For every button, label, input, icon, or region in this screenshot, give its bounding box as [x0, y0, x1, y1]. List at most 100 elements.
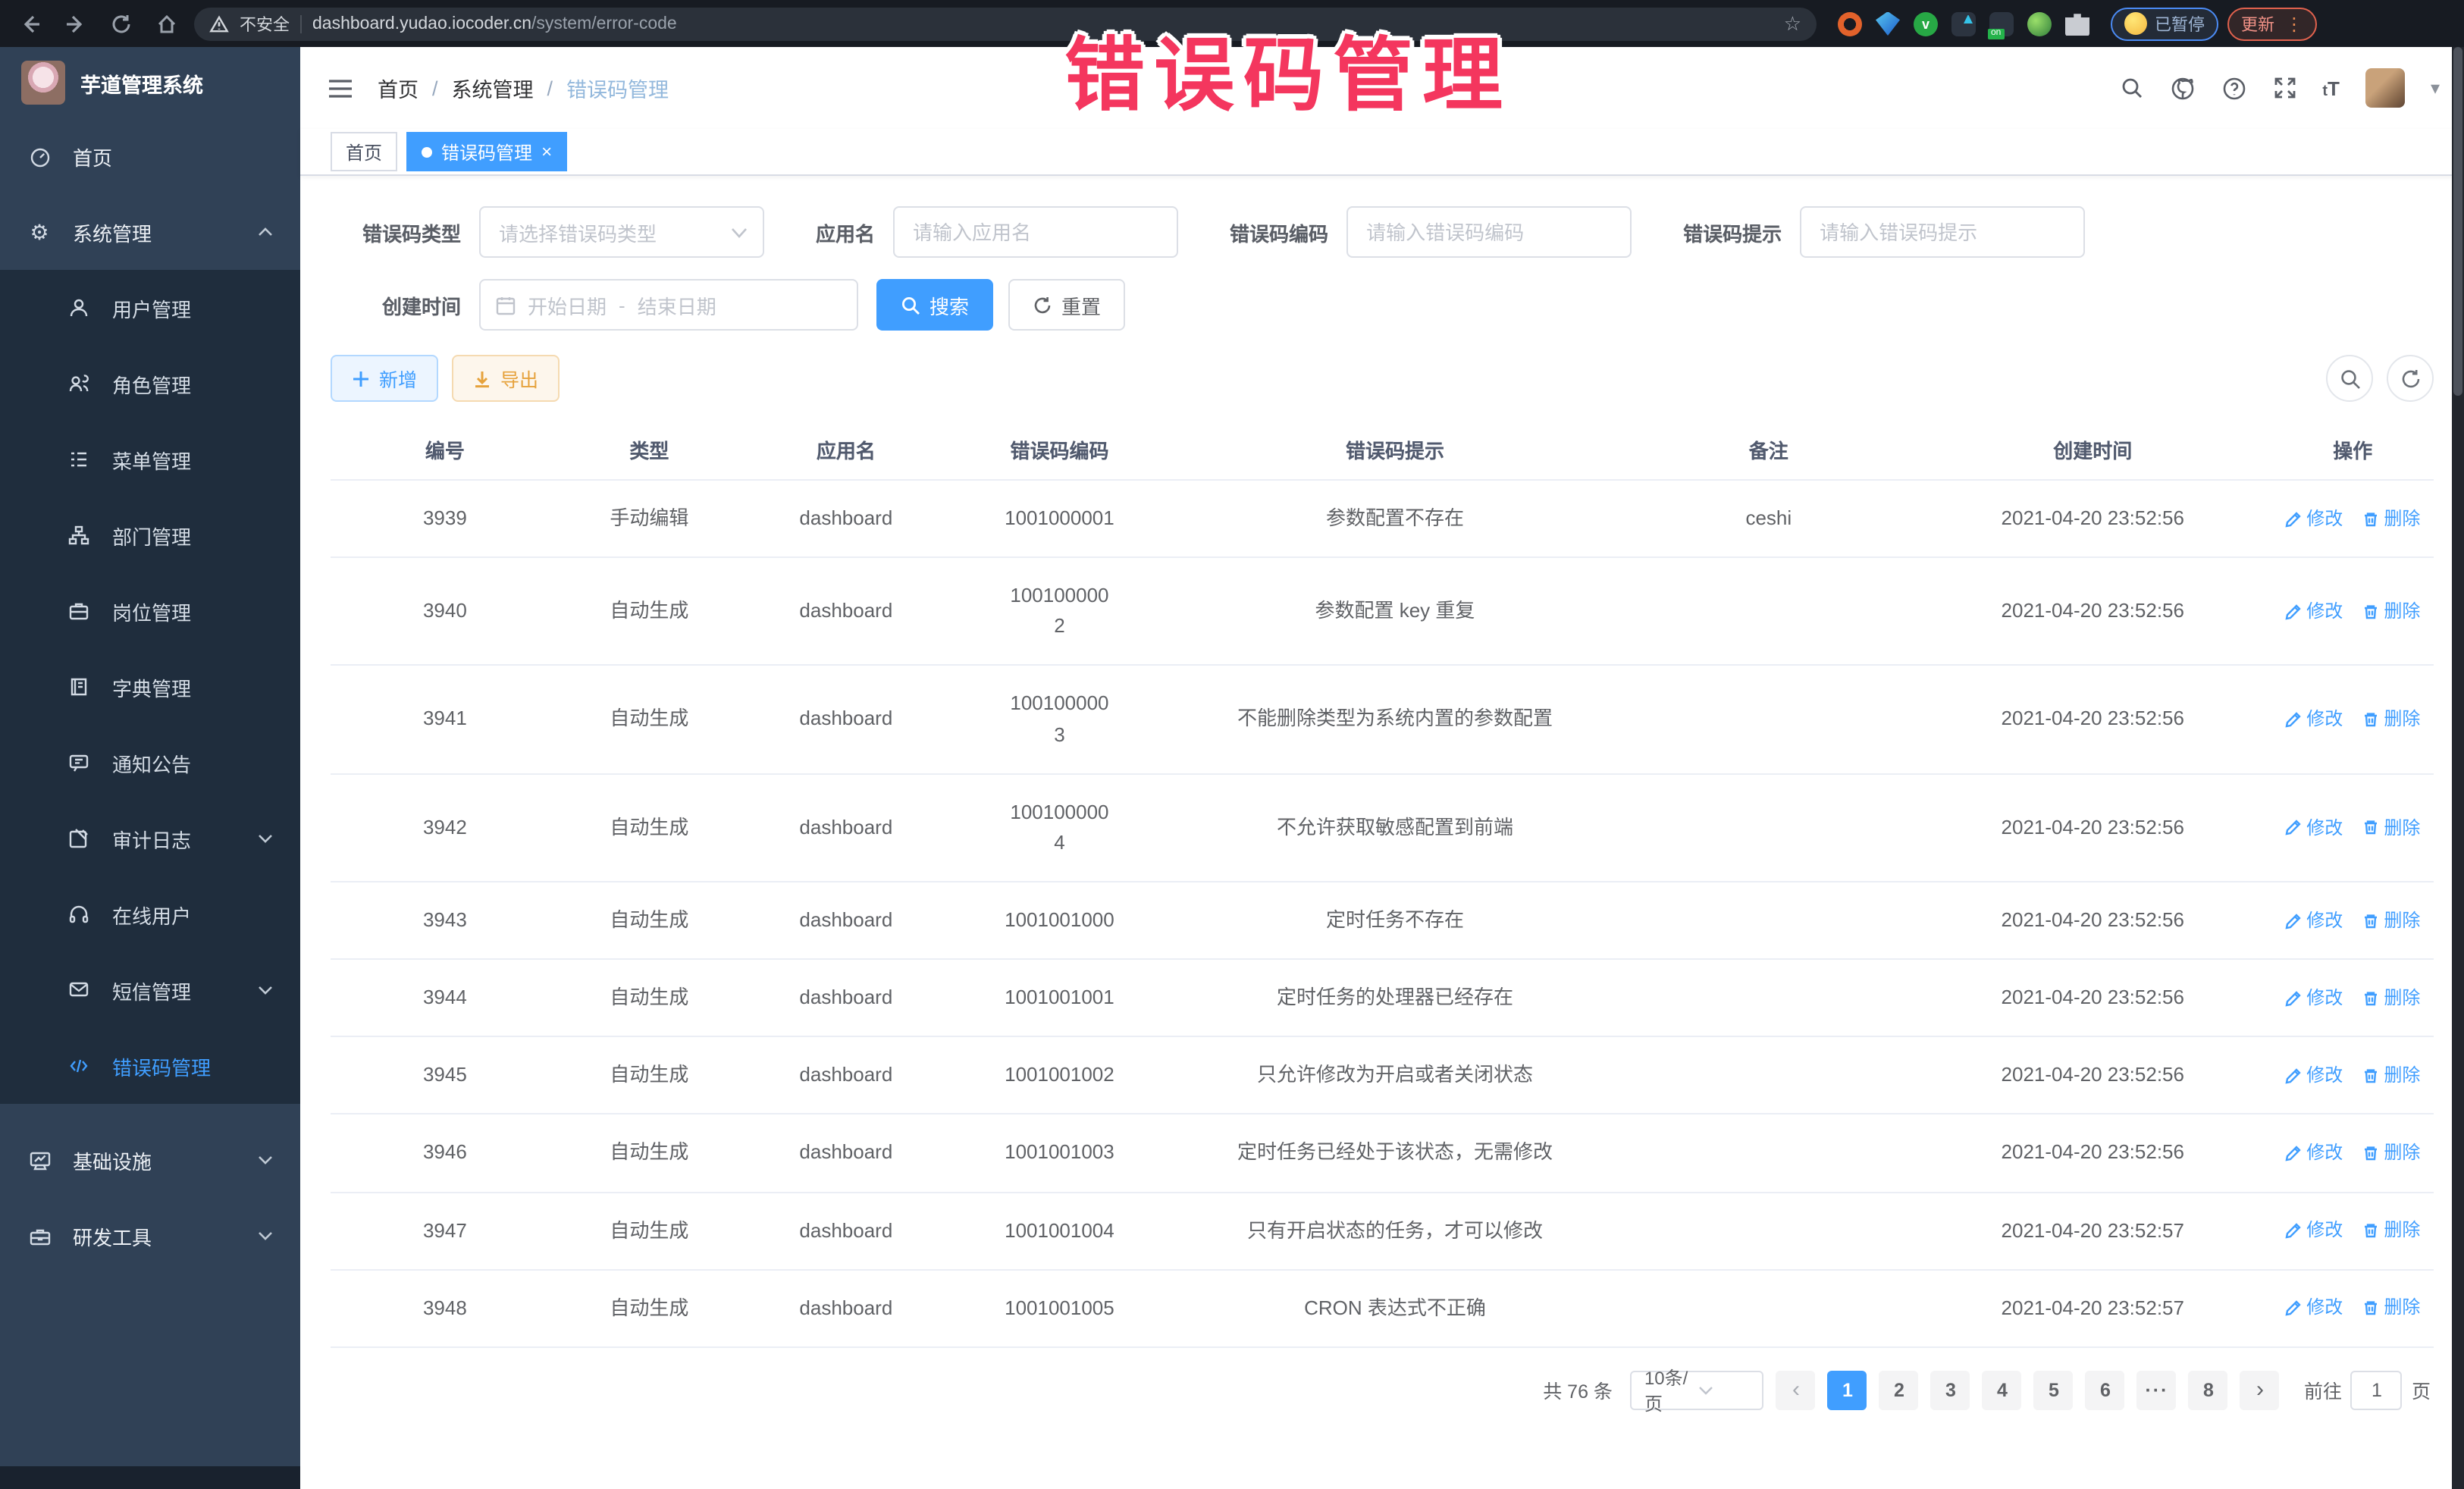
fullscreen-icon[interactable]	[2272, 76, 2296, 100]
extension-icon-switch[interactable]	[1989, 11, 2014, 36]
user-avatar[interactable]	[2365, 68, 2405, 108]
browser-forward-icon[interactable]	[58, 5, 94, 42]
date-range-picker[interactable]: 开始日期 - 结束日期	[479, 279, 858, 331]
browser-back-icon[interactable]	[12, 5, 49, 42]
edit-link[interactable]: 修改	[2285, 1294, 2343, 1322]
filter-error-hint: 错误码提示	[1683, 206, 2085, 258]
breadcrumb-home[interactable]: 首页	[378, 73, 419, 103]
next-page-button[interactable]	[2240, 1371, 2280, 1410]
extension-icon-key[interactable]	[2027, 11, 2052, 36]
cell-remark	[1624, 1037, 1914, 1114]
edit-link[interactable]: 修改	[2285, 505, 2343, 533]
page-button-5[interactable]: 5	[2034, 1371, 2074, 1410]
edit-link[interactable]: 修改	[2285, 907, 2343, 935]
error-type-select[interactable]: 请选择错误码类型	[479, 206, 764, 258]
sidebar-item-devtools[interactable]: 研发工具	[0, 1198, 300, 1274]
tab-error-code[interactable]: 错误码管理	[406, 132, 567, 171]
extension-icon-green[interactable]: v	[1914, 11, 1938, 36]
reset-button[interactable]: 重置	[1008, 279, 1125, 331]
edit-link[interactable]: 修改	[2285, 597, 2343, 625]
delete-link[interactable]: 删除	[2362, 984, 2420, 1012]
help-icon[interactable]	[2221, 75, 2246, 101]
sidebar-item-audit-log[interactable]: 审计日志	[0, 801, 300, 876]
sidebar-item-infra[interactable]: 基础设施	[0, 1122, 300, 1198]
delete-link[interactable]: 删除	[2362, 1217, 2420, 1245]
edit-link[interactable]: 修改	[2285, 706, 2343, 734]
sidebar-item-posts[interactable]: 岗位管理	[0, 573, 300, 649]
sidebar-item-users[interactable]: 用户管理	[0, 270, 300, 346]
sidebar-item-dict[interactable]: 字典管理	[0, 649, 300, 725]
sidebar-item-online-users[interactable]: 在线用户	[0, 876, 300, 952]
prev-page-button[interactable]	[1776, 1371, 1816, 1410]
search-button[interactable]: 搜索	[876, 279, 993, 331]
profile-paused-badge[interactable]: 已暂停	[2111, 7, 2218, 40]
sidebar-footer-bar[interactable]	[0, 1466, 300, 1489]
delete-link[interactable]: 删除	[2362, 1061, 2420, 1089]
delete-link[interactable]: 删除	[2362, 706, 2420, 734]
page-button-8[interactable]: 8	[2189, 1371, 2228, 1410]
bookmark-star-icon[interactable]	[1784, 11, 1801, 36]
delete-link[interactable]: 删除	[2362, 597, 2420, 625]
edit-link[interactable]: 修改	[2285, 1061, 2343, 1089]
extensions-puzzle-icon[interactable]	[2065, 11, 2089, 36]
page-button-2[interactable]: 2	[1879, 1371, 1919, 1410]
add-button[interactable]: 新增	[331, 355, 438, 402]
scrollbar-thumb[interactable]	[2453, 47, 2462, 396]
sidebar-item-menus[interactable]: 菜单管理	[0, 422, 300, 497]
github-icon[interactable]	[2169, 75, 2195, 101]
browser-update-button[interactable]: 更新	[2227, 7, 2317, 40]
sidebar-item-departments[interactable]: 部门管理	[0, 497, 300, 573]
app-name-input[interactable]	[893, 206, 1178, 258]
error-code-input[interactable]	[1346, 206, 1632, 258]
calendar-icon	[496, 295, 516, 315]
delete-link[interactable]: 删除	[2362, 813, 2420, 842]
edit-link-label: 修改	[2306, 1294, 2343, 1322]
extension-icon-orange[interactable]	[1838, 11, 1862, 36]
page-button-1[interactable]: 1	[1828, 1371, 1867, 1410]
refresh-table-button[interactable]	[2387, 355, 2434, 402]
edit-link[interactable]: 修改	[2285, 1217, 2343, 1245]
edit-link[interactable]: 修改	[2285, 984, 2343, 1012]
sidebar-item-system[interactable]: 系统管理	[0, 194, 300, 270]
toggle-search-button[interactable]	[2326, 355, 2373, 402]
window-scrollbar[interactable]	[2452, 47, 2464, 1489]
sidebar-item-sms[interactable]: 短信管理	[0, 952, 300, 1028]
font-size-icon[interactable]: tT	[2322, 77, 2340, 99]
cell-time: 2021-04-20 23:52:56	[1914, 480, 2272, 557]
delete-link[interactable]: 删除	[2362, 1139, 2420, 1167]
goto-page-input[interactable]	[2351, 1371, 2403, 1410]
tab-home[interactable]: 首页	[331, 132, 397, 171]
app-logo[interactable]: 芋道管理系统	[0, 47, 300, 118]
header-search-icon[interactable]	[2119, 76, 2143, 100]
edit-link[interactable]: 修改	[2285, 1139, 2343, 1167]
sidebar-item-roles[interactable]: 角色管理	[0, 346, 300, 422]
more-pages-button[interactable]	[2137, 1371, 2177, 1410]
sidebar-item-notice[interactable]: 通知公告	[0, 725, 300, 801]
delete-link[interactable]: 删除	[2362, 907, 2420, 935]
sidebar-item-home[interactable]: 首页	[0, 118, 300, 194]
address-bar[interactable]: 不安全 dashboard.yudao.iocoder.cn/system/er…	[194, 7, 1817, 40]
page-size-select[interactable]: 10条/页	[1631, 1371, 1764, 1410]
page-button-4[interactable]: 4	[1983, 1371, 2022, 1410]
filter-label: 应用名	[816, 218, 875, 246]
browser-menu-icon[interactable]	[2285, 13, 2303, 34]
page-button-6[interactable]: 6	[2086, 1371, 2125, 1410]
error-hint-input[interactable]	[1800, 206, 2085, 258]
export-button[interactable]: 导出	[452, 355, 560, 402]
browser-reload-icon[interactable]	[103, 5, 140, 42]
edit-link[interactable]: 修改	[2285, 813, 2343, 842]
extension-icon-dark[interactable]	[1951, 11, 1976, 36]
browser-home-icon[interactable]	[149, 5, 185, 42]
delete-link[interactable]: 删除	[2362, 1294, 2420, 1322]
extension-icon-gem[interactable]	[1876, 11, 1900, 36]
delete-link[interactable]: 删除	[2362, 505, 2420, 533]
breadcrumb-system[interactable]: 系统管理	[452, 73, 534, 103]
cell-remark	[1624, 959, 1914, 1036]
page-url[interactable]: dashboard.yudao.iocoder.cn/system/error-…	[312, 14, 1773, 33]
sidebar-collapse-icon[interactable]	[328, 77, 353, 99]
tab-close-icon[interactable]	[541, 141, 552, 162]
page-button-3[interactable]: 3	[1931, 1371, 1970, 1410]
sidebar-item-error-code[interactable]: 错误码管理	[0, 1028, 300, 1104]
avatar-caret-icon[interactable]	[2431, 74, 2440, 102]
insecure-label[interactable]: 不安全	[240, 11, 290, 36]
